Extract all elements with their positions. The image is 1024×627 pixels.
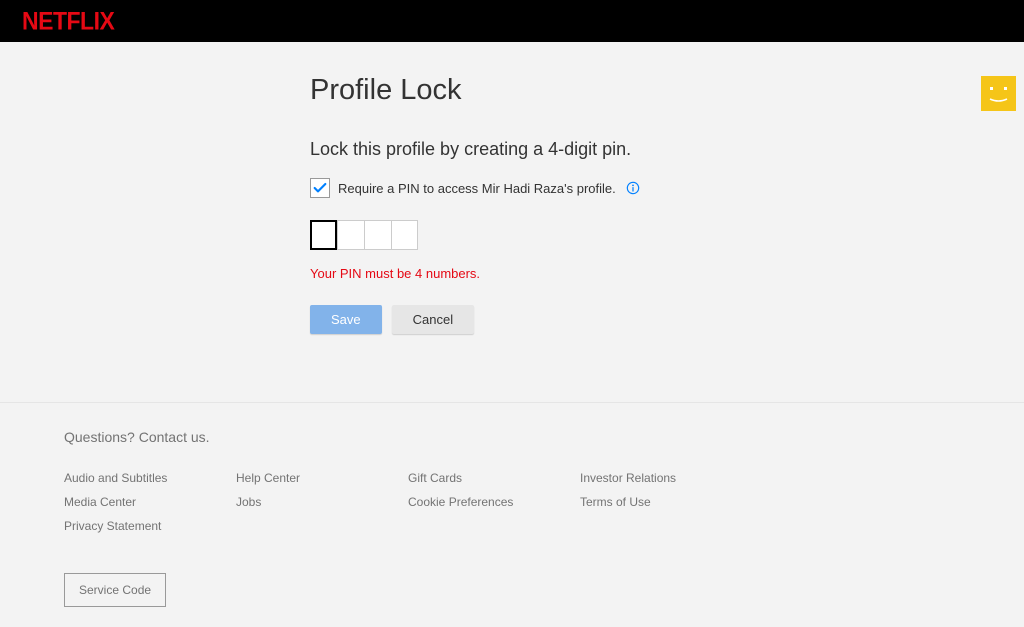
app-header: NETFLIX — [0, 0, 1024, 42]
main-container: Profile Lock Lock this profile by creati… — [0, 42, 1024, 334]
footer-link-privacy-statement[interactable]: Privacy Statement — [64, 519, 236, 533]
footer-link-cookie-preferences[interactable]: Cookie Preferences — [408, 495, 580, 509]
footer-link-media-center[interactable]: Media Center — [64, 495, 236, 509]
footer-link-jobs[interactable]: Jobs — [236, 495, 408, 509]
pin-digit-2[interactable] — [337, 220, 364, 250]
footer-link-audio-subtitles[interactable]: Audio and Subtitles — [64, 471, 236, 485]
check-icon — [312, 180, 328, 196]
require-pin-row: Require a PIN to access Mir Hadi Raza's … — [310, 178, 810, 198]
require-pin-checkbox[interactable] — [310, 178, 330, 198]
service-code-button[interactable]: Service Code — [64, 573, 166, 607]
pin-error-message: Your PIN must be 4 numbers. — [310, 266, 810, 281]
info-icon[interactable] — [626, 181, 640, 195]
pin-input-group — [310, 220, 810, 250]
require-pin-label: Require a PIN to access Mir Hadi Raza's … — [338, 181, 616, 196]
pin-digit-4[interactable] — [391, 220, 418, 250]
save-button[interactable]: Save — [310, 305, 382, 334]
footer-links-grid: Audio and Subtitles Help Center Gift Car… — [64, 471, 960, 533]
footer-link-help-center[interactable]: Help Center — [236, 471, 408, 485]
avatar-face-icon — [981, 76, 1016, 111]
cancel-button[interactable]: Cancel — [392, 305, 474, 334]
profile-avatar[interactable] — [981, 76, 1016, 111]
footer-link-investor-relations[interactable]: Investor Relations — [580, 471, 752, 485]
footer-heading[interactable]: Questions? Contact us. — [64, 429, 960, 445]
footer-link-gift-cards[interactable]: Gift Cards — [408, 471, 580, 485]
footer: Questions? Contact us. Audio and Subtitl… — [0, 402, 1024, 627]
instruction-text: Lock this profile by creating a 4-digit … — [310, 139, 810, 160]
pin-digit-3[interactable] — [364, 220, 391, 250]
netflix-logo[interactable]: NETFLIX — [22, 7, 114, 36]
page-title: Profile Lock — [310, 74, 810, 107]
content-area: Profile Lock Lock this profile by creati… — [310, 74, 810, 334]
pin-digit-1[interactable] — [310, 220, 337, 250]
action-buttons: Save Cancel — [310, 305, 810, 334]
footer-link-terms-of-use[interactable]: Terms of Use — [580, 495, 752, 509]
